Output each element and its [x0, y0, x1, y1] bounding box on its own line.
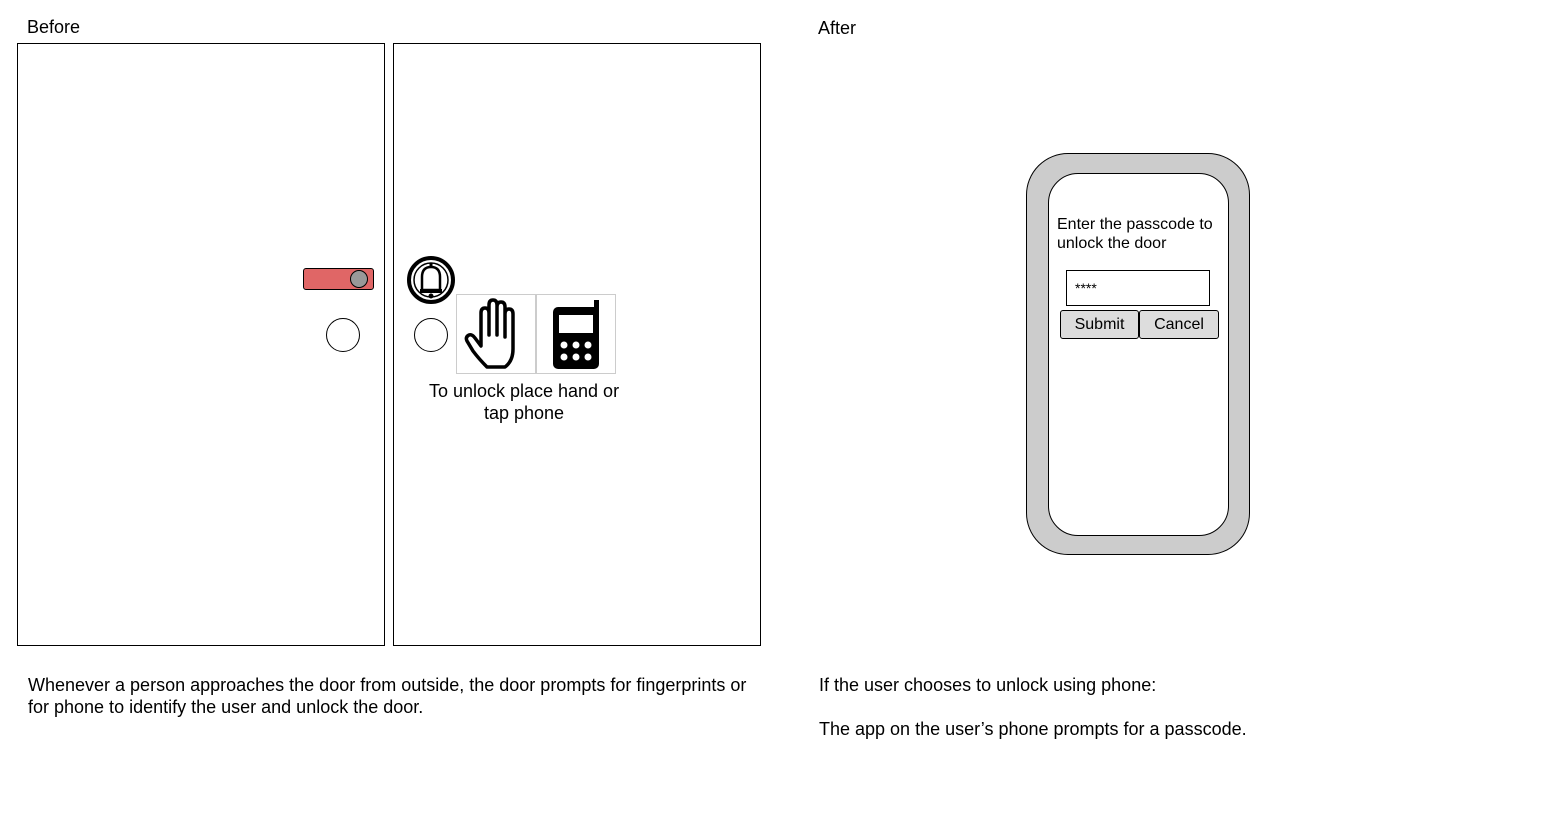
hand-scan-option[interactable]	[456, 294, 536, 374]
after-description-line2: The app on the user’s phone prompts for …	[819, 719, 1247, 739]
unlock-instructions: To unlock place hand or tap phone	[428, 381, 620, 423]
right-door-knob[interactable]	[414, 318, 448, 352]
lock-toggle[interactable]	[303, 268, 374, 290]
after-label: After	[818, 18, 857, 38]
hand-icon	[464, 298, 515, 369]
before-label: Before	[27, 17, 81, 37]
passcode-input[interactable]	[1066, 270, 1210, 306]
before-description: Whenever a person approaches the door fr…	[28, 675, 747, 717]
cancel-button[interactable]: Cancel	[1139, 310, 1219, 339]
mobile-phone-icon	[553, 300, 599, 369]
phone-tap-option[interactable]	[536, 294, 616, 374]
after-description-line1: If the user chooses to unlock using phon…	[819, 675, 1157, 695]
lock-toggle-thumb	[350, 270, 368, 288]
passcode-prompt: Enter the passcode to unlock the door	[1057, 216, 1213, 252]
left-door-knob[interactable]	[326, 318, 360, 352]
doorbell-icon[interactable]	[407, 256, 455, 304]
submit-button[interactable]: Submit	[1060, 310, 1139, 339]
